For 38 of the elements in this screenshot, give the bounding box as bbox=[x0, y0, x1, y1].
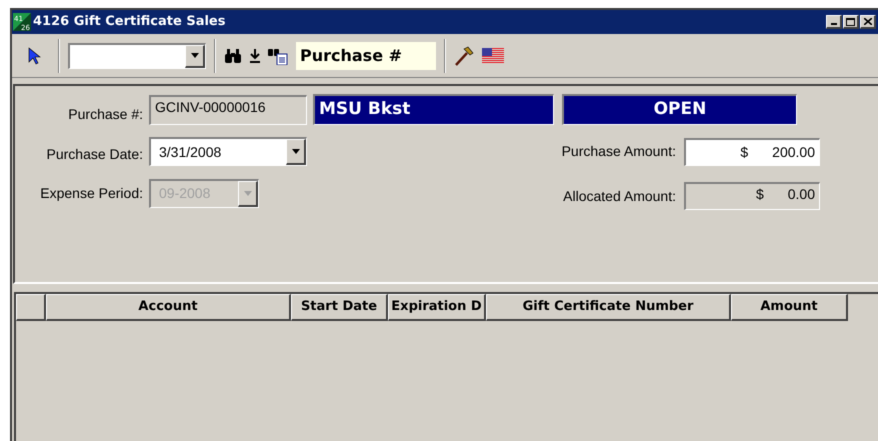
field-label: Purchase #: bbox=[67, 105, 143, 124]
column-header[interactable]: Expiration D bbox=[388, 294, 486, 321]
currency-sign: $ bbox=[756, 185, 764, 204]
close-icon bbox=[864, 18, 872, 25]
amount-value: 200.00 bbox=[772, 142, 815, 162]
amount-value: 0.00 bbox=[788, 185, 815, 204]
minimize-button[interactable] bbox=[826, 15, 842, 29]
purchase-number-field: GCINV-00000016 bbox=[149, 94, 307, 124]
binoculars-document-icon[interactable] bbox=[268, 46, 288, 64]
column-header[interactable]: Account bbox=[46, 294, 291, 321]
dropdown-arrow-icon bbox=[292, 149, 300, 154]
vendor-field: MSU Bkst bbox=[313, 94, 554, 125]
dropdown-arrow-icon bbox=[190, 53, 198, 58]
hammer-icon[interactable] bbox=[454, 46, 474, 66]
status-field: OPEN bbox=[562, 94, 797, 125]
date-dropdown[interactable]: 3/31/2008 bbox=[149, 137, 307, 166]
field-label: Purchase Amount: bbox=[562, 142, 676, 161]
close-button[interactable] bbox=[860, 15, 876, 29]
amount-field[interactable]: $ 200.00 bbox=[684, 138, 820, 166]
column-header[interactable]: Amount bbox=[731, 294, 848, 321]
toolbar-dropdown[interactable] bbox=[68, 42, 206, 68]
dropdown-button[interactable] bbox=[185, 44, 205, 68]
window-title: 4126 Gift Certificate Sales bbox=[33, 13, 226, 32]
download-arrow-icon[interactable] bbox=[250, 48, 260, 62]
binoculars-icon[interactable] bbox=[224, 48, 242, 62]
dropdown-value: 3/31/2008 bbox=[158, 142, 222, 162]
maximize-button[interactable] bbox=[843, 15, 859, 29]
column-header[interactable]: Gift Certificate Number bbox=[486, 294, 731, 321]
column-header[interactable]: Start Date bbox=[291, 294, 388, 321]
dropdown-button[interactable] bbox=[286, 139, 306, 165]
field-label: Purchase Date: bbox=[46, 145, 143, 164]
field-label: Expense Period: bbox=[39, 184, 143, 203]
pointer-icon[interactable] bbox=[28, 46, 42, 64]
flag-icon[interactable] bbox=[482, 48, 504, 64]
search-field[interactable]: Purchase # bbox=[296, 42, 436, 70]
currency-sign: $ bbox=[740, 142, 748, 162]
field-label: Allocated Amount: bbox=[563, 186, 676, 206]
dropdown-arrow-icon bbox=[244, 190, 252, 196]
